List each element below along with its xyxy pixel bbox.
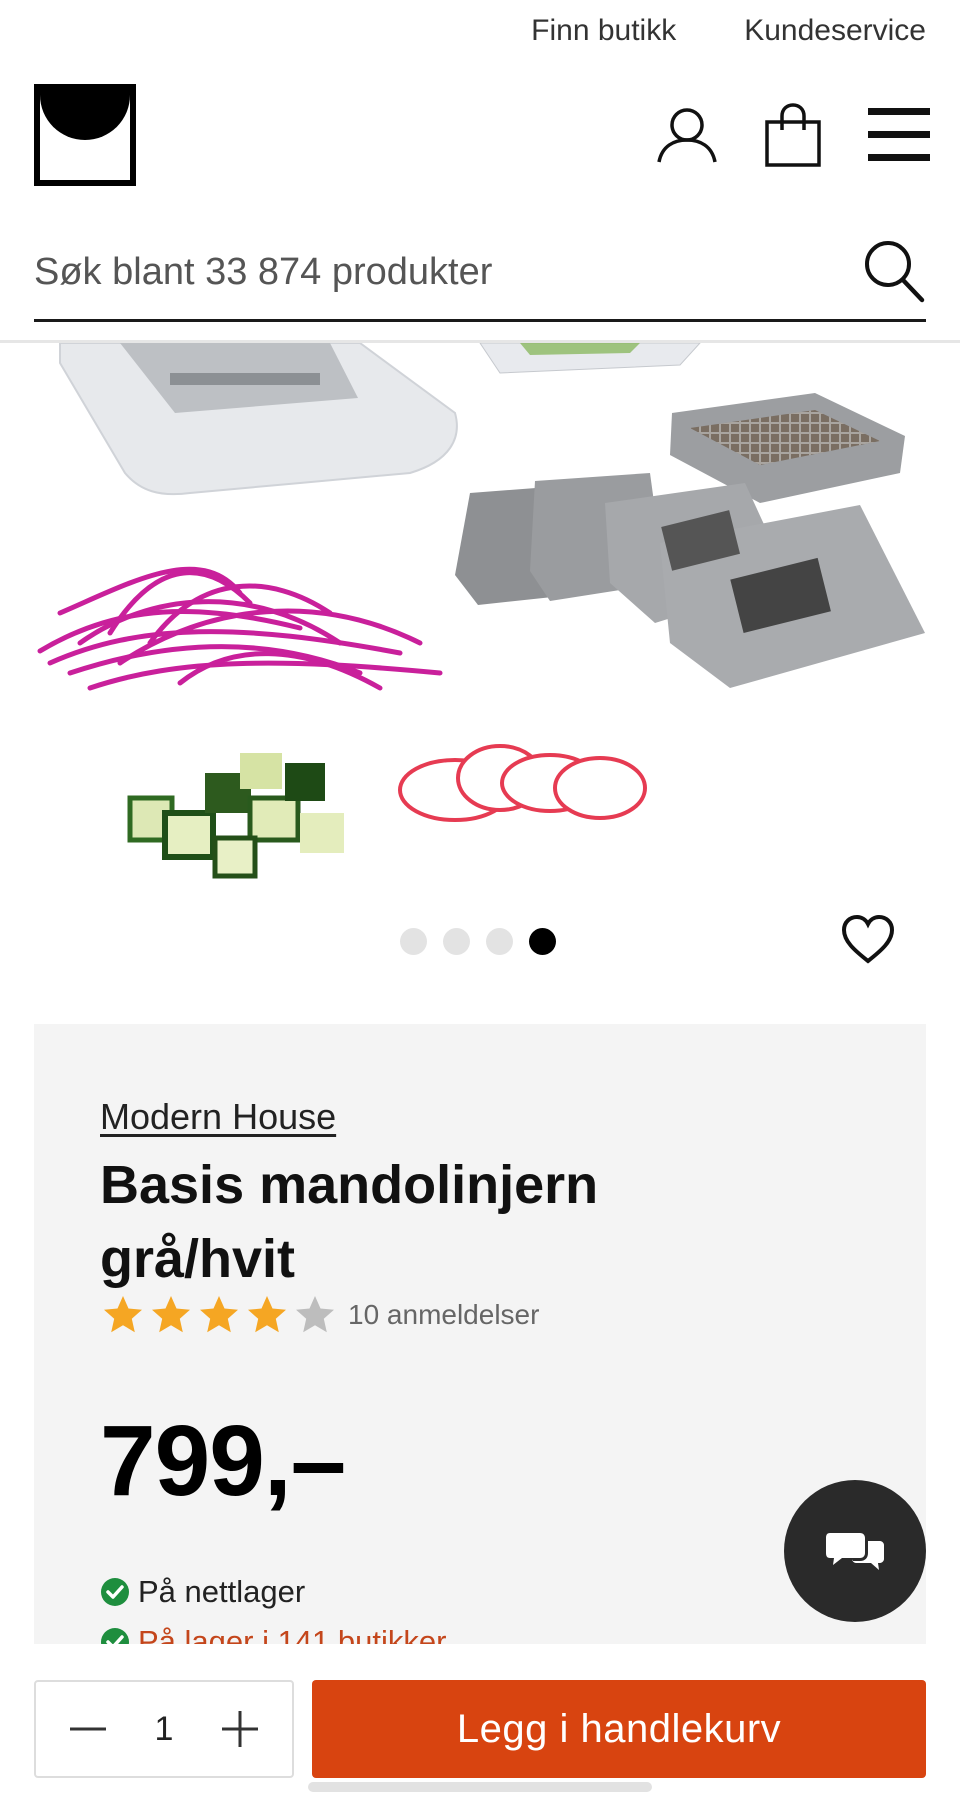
product-title-line1: Basis mandolinjern: [100, 1155, 599, 1215]
search-icon[interactable]: [860, 236, 926, 306]
customer-service-link[interactable]: Kundeservice: [744, 14, 926, 48]
find-store-link[interactable]: Finn butikk: [531, 14, 676, 48]
menu-icon[interactable]: [866, 100, 932, 170]
quantity-value[interactable]: 1: [155, 1710, 174, 1749]
star-filled-icon: [200, 1296, 238, 1333]
search-bar: [34, 226, 926, 322]
quantity-stepper: 1: [34, 1680, 294, 1778]
search-input[interactable]: [34, 244, 854, 300]
check-icon: [101, 1578, 129, 1606]
scroll-indicator: [308, 1782, 652, 1792]
header-icons: [654, 100, 932, 170]
product-title-line2: grå/hvit: [100, 1229, 296, 1289]
check-icon: [101, 1628, 129, 1644]
carousel-dot[interactable]: [400, 928, 427, 955]
red-cabbage: [37, 566, 443, 691]
star-filled-icon: [248, 1296, 286, 1333]
blade-inserts: [455, 473, 925, 688]
mandoline-body: [59, 343, 701, 496]
stock-online-text: På nettlager: [138, 1574, 306, 1609]
carousel-dot[interactable]: [443, 928, 470, 955]
star-empty-icon: [296, 1296, 334, 1333]
plus-icon[interactable]: [218, 1707, 262, 1751]
minus-icon[interactable]: [66, 1707, 110, 1751]
carousel-dot[interactable]: [486, 928, 513, 955]
zucchini-cubes: [127, 753, 344, 879]
stock-stores[interactable]: På lager i 141 butikker: [100, 1624, 446, 1644]
heart-icon[interactable]: [840, 912, 896, 968]
chat-button[interactable]: [784, 1480, 926, 1622]
product-image[interactable]: [0, 343, 960, 903]
price: 799,–: [100, 1405, 346, 1517]
dicing-insert: [670, 393, 905, 503]
rating[interactable]: 10 anmeldelser: [102, 1294, 539, 1336]
stock-online: På nettlager: [100, 1574, 305, 1610]
add-to-cart-button[interactable]: Legg i handlekurv: [312, 1680, 926, 1778]
star-filled-icon: [152, 1296, 190, 1333]
logo-text: Kitch´n: [44, 158, 125, 182]
chat-icon: [826, 1533, 884, 1570]
carousel-dots: [400, 928, 556, 955]
stock-stores-text: På lager i 141 butikker: [138, 1624, 447, 1644]
product-title: Basis mandolinjern grå/hvit: [100, 1148, 720, 1296]
reviews-link[interactable]: 10 anmeldelser: [348, 1299, 539, 1331]
radish-slices: [398, 744, 647, 822]
kitchn-logo[interactable]: Kitch´n: [34, 84, 136, 186]
brand-link[interactable]: Modern House: [100, 1096, 336, 1138]
top-links: Finn butikk Kundeservice: [531, 14, 926, 48]
bag-icon[interactable]: [760, 100, 826, 170]
star-filled-icon: [104, 1296, 142, 1333]
user-icon[interactable]: [654, 100, 720, 170]
carousel-dot-active[interactable]: [529, 928, 556, 955]
